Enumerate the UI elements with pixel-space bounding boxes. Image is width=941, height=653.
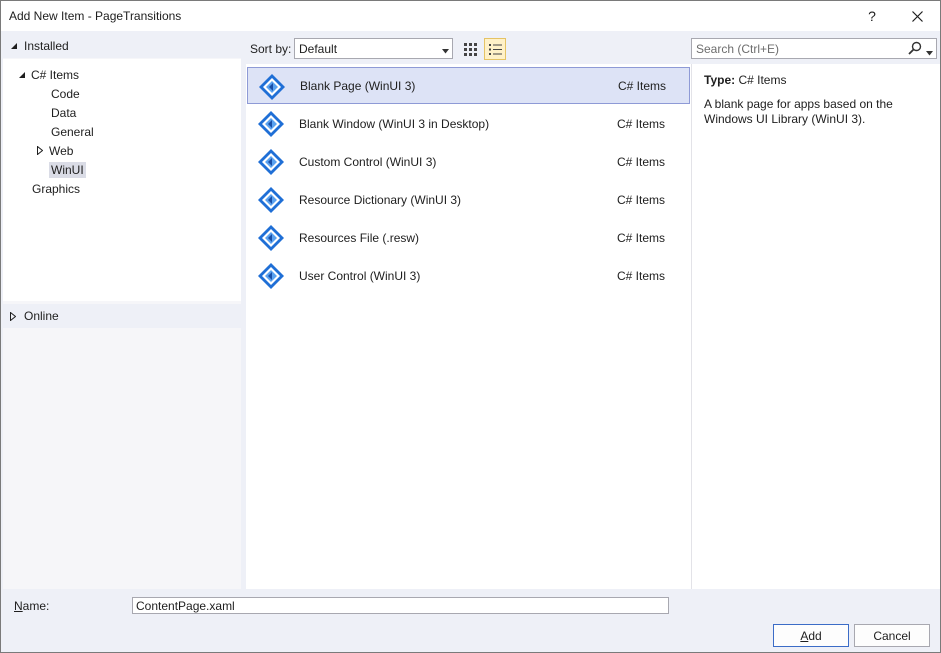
name-field[interactable]: ContentPage.xaml — [132, 597, 669, 614]
item-category: C# Items — [617, 192, 666, 207]
list-item[interactable]: Resources File (.resw) C# Items — [247, 219, 690, 256]
help-button[interactable]: ? — [849, 1, 895, 31]
help-icon: ? — [868, 8, 876, 24]
winui-template-icon — [258, 149, 284, 175]
details-panel: Type: C# Items A blank page for apps bas… — [691, 64, 940, 589]
winui-template-icon — [259, 74, 285, 100]
template-list: Blank Page (WinUI 3) C# Items Blank Wind… — [246, 64, 691, 589]
cancel-label: Cancel — [873, 628, 911, 643]
close-icon — [911, 10, 923, 22]
medium-icons-view-button[interactable] — [459, 38, 481, 60]
tree-item-label: WinUI — [49, 161, 86, 178]
list-view-button[interactable] — [484, 38, 506, 60]
name-label-mnemonic: N — [14, 599, 23, 613]
winui-template-icon — [258, 225, 284, 251]
sort-by-label: Sort by: — [250, 42, 292, 56]
collapsed-arrow-icon[interactable] — [33, 146, 47, 155]
sort-by-value: Default — [299, 41, 338, 56]
tree-item-label: Code — [51, 86, 80, 101]
type-line: Type: C# Items — [704, 73, 928, 87]
item-category: C# Items — [617, 116, 666, 131]
online-header[interactable]: Online — [3, 304, 241, 328]
winui-template-icon — [258, 263, 284, 289]
template-description: A blank page for apps based on the Windo… — [704, 97, 893, 126]
list-item[interactable]: User Control (WinUI 3) C# Items — [247, 257, 690, 294]
tree-item-graphics[interactable]: Graphics — [30, 179, 82, 198]
item-name: Custom Control (WinUI 3) — [299, 154, 437, 169]
list-item[interactable]: Blank Window (WinUI 3 in Desktop) C# Ite… — [247, 105, 690, 142]
search-input[interactable]: Search (Ctrl+E) — [691, 38, 937, 59]
item-category: C# Items — [617, 268, 666, 283]
window-title: Add New Item - PageTransitions — [9, 9, 182, 23]
tree-item-code[interactable]: Code — [49, 84, 82, 103]
title-bar: Add New Item - PageTransitions ? — [1, 1, 940, 31]
type-key: Type: — [704, 73, 736, 87]
online-label: Online — [24, 309, 59, 323]
tree-item-label: Web — [49, 143, 74, 158]
expanded-arrow-icon — [10, 42, 22, 50]
tree-item-label: C# Items — [31, 67, 80, 82]
sort-by-dropdown[interactable]: Default — [294, 38, 453, 59]
tree-item-general[interactable]: General — [49, 122, 96, 141]
type-value: C# Items — [738, 73, 787, 87]
add-button[interactable]: Add — [773, 624, 849, 647]
tree-item-web[interactable]: Web — [33, 141, 75, 160]
tree-item-label: General — [51, 124, 94, 139]
add-label: dd — [808, 628, 822, 643]
list-view-icon — [488, 43, 502, 55]
chevron-down-icon[interactable] — [926, 45, 933, 59]
tree-item-data[interactable]: Data — [49, 103, 78, 122]
name-label-text: ame: — [22, 599, 50, 613]
collapsed-arrow-icon — [10, 311, 22, 321]
list-item[interactable]: Resource Dictionary (WinUI 3) C# Items — [247, 181, 690, 218]
cancel-button[interactable]: Cancel — [854, 624, 930, 647]
item-category: C# Items — [617, 230, 666, 245]
category-tree: C# Items Code Data General Web WinUI Gra… — [3, 59, 241, 301]
installed-header[interactable]: Installed — [3, 34, 241, 58]
item-name: Resource Dictionary (WinUI 3) — [299, 192, 462, 207]
expanded-arrow-icon[interactable] — [15, 71, 29, 79]
category-panel: Installed C# Items Code Data General Web… — [3, 34, 241, 589]
installed-label: Installed — [24, 39, 69, 53]
chevron-down-icon — [442, 43, 449, 57]
item-name: Blank Page (WinUI 3) — [300, 78, 416, 93]
item-category: C# Items — [617, 154, 666, 169]
winui-template-icon — [258, 111, 284, 137]
item-category: C# Items — [618, 78, 667, 93]
tree-item-label: Graphics — [32, 181, 81, 196]
name-field-value: ContentPage.xaml — [136, 598, 235, 613]
name-label: Name: — [14, 599, 49, 613]
tree-item-label: Data — [51, 105, 77, 120]
item-name: Blank Window (WinUI 3 in Desktop) — [299, 116, 490, 131]
tree-item-winui[interactable]: WinUI — [49, 160, 86, 179]
close-button[interactable] — [894, 1, 940, 31]
add-new-item-dialog: Add New Item - PageTransitions ? Install… — [0, 0, 941, 653]
search-icon[interactable] — [908, 41, 922, 58]
item-name: Resources File (.resw) — [299, 230, 420, 245]
list-item[interactable]: Custom Control (WinUI 3) C# Items — [247, 143, 690, 180]
item-name: User Control (WinUI 3) — [299, 268, 421, 283]
list-item[interactable]: Blank Page (WinUI 3) C# Items — [247, 67, 690, 104]
winui-template-icon — [258, 187, 284, 213]
tree-item-csharp-items[interactable]: C# Items — [15, 65, 81, 84]
grid-view-icon — [463, 42, 477, 56]
search-placeholder: Search (Ctrl+E) — [696, 41, 780, 56]
